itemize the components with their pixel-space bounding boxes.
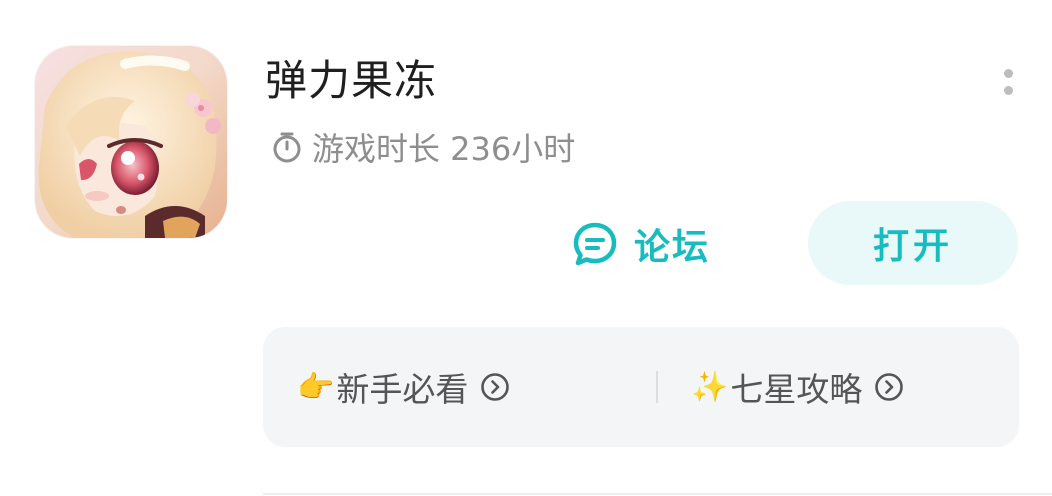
- shortcut-panel: 👉 新手必看 ✨ 七星攻略: [263, 327, 1019, 447]
- bottom-divider: [263, 493, 1052, 495]
- sparkles-icon: ✨: [691, 369, 729, 405]
- more-vertical-icon-dot: [1003, 86, 1013, 95]
- more-options-button[interactable]: [990, 62, 1026, 102]
- chevron-right-circle-icon: [481, 373, 510, 401]
- shortcut-seven-star-guide[interactable]: ✨ 七星攻略: [691, 327, 904, 447]
- shortcut-label: 新手必看: [336, 370, 469, 409]
- open-game-button[interactable]: 打开: [808, 201, 1018, 285]
- app-icon-artwork: [35, 46, 227, 238]
- more-vertical-icon: [1003, 69, 1013, 78]
- playtime-text: 游戏时长 236小时: [312, 130, 576, 168]
- game-title: 弹力果冻: [265, 56, 438, 105]
- app-icon[interactable]: [35, 46, 227, 238]
- playtime-info: 游戏时长 236小时: [270, 126, 575, 168]
- chat-bubble-icon: [573, 222, 617, 266]
- game-card: 弹力果冻 游戏时长 236小时 论坛 打开 👉 新手必看 ✨ 七星攻略: [0, 0, 1052, 496]
- stopwatch-icon: [273, 132, 301, 163]
- shortcut-label: 七星攻略: [730, 370, 863, 409]
- pointing-hand-icon: 👉: [297, 369, 335, 405]
- shortcut-beginner-guide[interactable]: 👉 新手必看: [297, 327, 510, 447]
- chevron-right-circle-icon: [875, 373, 904, 401]
- forum-label: 论坛: [634, 227, 711, 268]
- forum-button[interactable]: 论坛: [570, 214, 710, 274]
- shortcut-divider: [656, 371, 658, 403]
